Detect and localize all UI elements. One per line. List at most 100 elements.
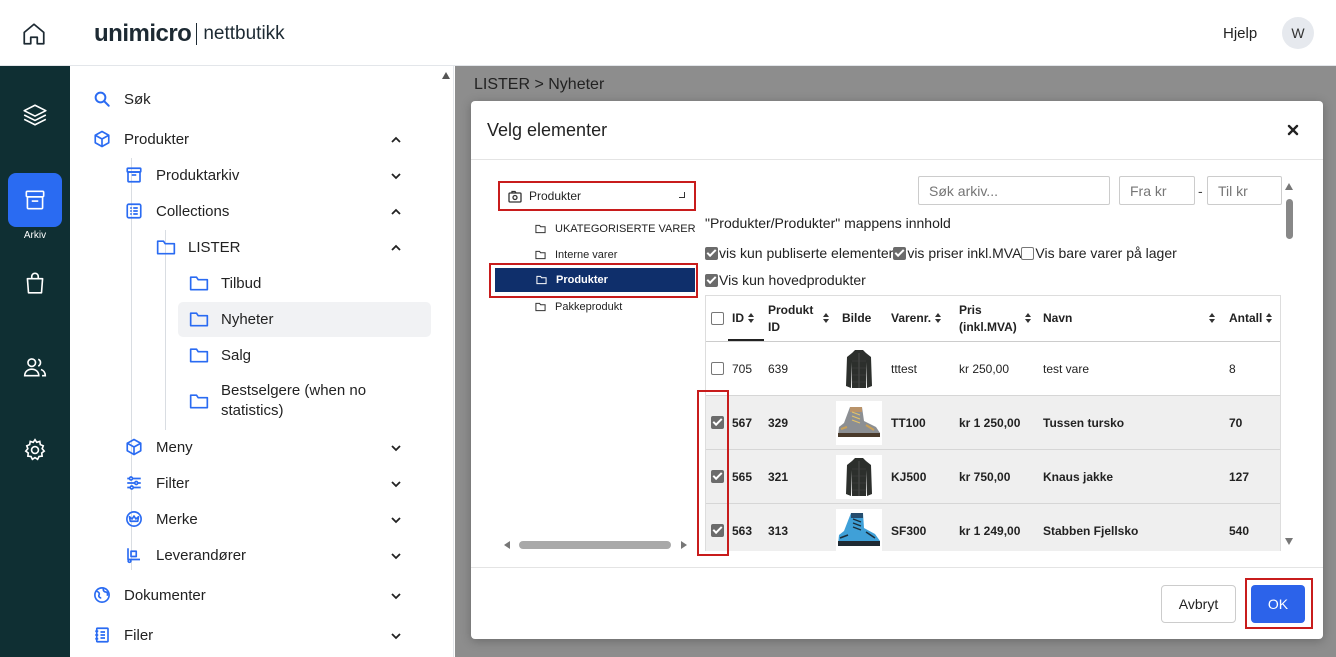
home-icon[interactable] [18, 18, 50, 50]
sidebar-item-salg[interactable]: Salg [189, 337, 251, 373]
in-stock-checkbox[interactable] [1021, 246, 1035, 260]
chevron-down-icon[interactable] [390, 169, 402, 186]
row-checkbox[interactable] [711, 362, 724, 375]
chevron-down-icon[interactable] [390, 549, 402, 566]
sidebar-item-filer[interactable]: Filer [92, 617, 432, 653]
column-header-pris[interactable]: Pris (inkl.MVA) [959, 296, 1032, 341]
select-all-checkbox[interactable] [711, 312, 724, 325]
hiking-shoe-image [836, 401, 882, 445]
scroll-up-icon[interactable] [1285, 183, 1293, 190]
cell-produkt-id: 329 [768, 415, 789, 430]
sort-icon [1024, 313, 1032, 324]
scroll-down-icon[interactable] [1285, 538, 1293, 545]
price-to-input[interactable] [1207, 176, 1282, 205]
ok-button[interactable]: OK [1251, 585, 1305, 623]
sidebar-item-filter[interactable]: Filter [124, 465, 432, 501]
app-logo[interactable]: unimicro nettbutikk [94, 20, 285, 48]
tree-item-produkter-selected[interactable]: Produkter [495, 268, 695, 292]
cancel-button[interactable]: Avbryt [1161, 585, 1236, 623]
tree-item-ukategoriserte[interactable]: UKATEGORISERTE VARER [535, 219, 696, 239]
vertical-scroll-thumb[interactable] [1286, 199, 1293, 239]
chevron-down-icon[interactable] [390, 589, 402, 606]
sidebar-scroll-up[interactable] [442, 72, 450, 79]
shopping-bag-icon[interactable] [8, 256, 62, 310]
scroll-left-icon[interactable] [504, 541, 510, 549]
logo-sub: nettbutikk [203, 23, 285, 44]
column-header-antall[interactable]: Antall [1229, 296, 1273, 341]
published-only-checkbox[interactable] [705, 246, 718, 260]
cell-pris: kr 750,00 [959, 469, 1011, 484]
tree-item-label: UKATEGORISERTE VARER [555, 223, 696, 235]
column-header-id[interactable]: ID [732, 296, 755, 341]
modal-divider [471, 159, 1323, 160]
chevron-down-icon[interactable] [390, 477, 402, 494]
column-header-navn[interactable]: Navn [1043, 296, 1216, 341]
scroll-right-icon[interactable] [681, 541, 687, 549]
layers-icon[interactable] [8, 88, 62, 142]
sidebar-item-merke[interactable]: Merke [124, 501, 432, 537]
sidebar-item-label: Collections [156, 202, 230, 220]
chevron-up-icon[interactable] [390, 205, 402, 222]
sidebar-item-lister[interactable]: LISTER [156, 229, 432, 265]
sidebar-item-dokumenter[interactable]: Dokumenter [92, 577, 432, 613]
products-table: ID Produkt ID Bilde Varenr. Pris (inkl.MVA… [705, 295, 1281, 551]
chevron-up-icon[interactable] [390, 133, 402, 150]
list-icon [124, 201, 144, 221]
chevron-down-icon[interactable] [390, 513, 402, 530]
chevron-down-icon[interactable] [390, 441, 402, 458]
jacket-image [836, 347, 882, 391]
sidebar-item-collections[interactable]: Collections [124, 193, 432, 229]
sidebar-item-produkter[interactable]: Produkter [92, 121, 432, 157]
tree-item-interne-varer[interactable]: Interne varer [535, 245, 617, 265]
archive-icon[interactable] [8, 173, 62, 227]
sidebar-item-produktarkiv[interactable]: Produktarkiv [124, 157, 432, 193]
sidebar-item-label: Bestselgere (when no statistics) [221, 382, 367, 419]
tree-horizontal-scrollbar[interactable] [504, 540, 689, 550]
folder-icon [156, 237, 176, 257]
sidebar-item-meny[interactable]: Meny [124, 429, 432, 465]
help-link[interactable]: Hjelp [1223, 25, 1257, 42]
gear-icon[interactable] [8, 423, 62, 477]
sidebar-item-leverandorer[interactable]: Leverandører [124, 537, 432, 573]
table-row[interactable]: 567 329 TT100 kr 1 250,00 Tussen tursko … [706, 396, 1280, 450]
column-header-varenr[interactable]: Varenr. [891, 296, 942, 341]
main-products-checkbox[interactable] [705, 273, 718, 287]
table-row[interactable]: 565 321 KJ500 kr 750,00 Knaus jakke 127 [706, 450, 1280, 504]
incl-vat-checkbox[interactable] [893, 246, 907, 260]
avatar[interactable]: W [1282, 17, 1314, 49]
users-icon[interactable] [8, 340, 62, 394]
column-header-label: Navn [1043, 311, 1073, 325]
tree-root-produkter[interactable]: Produkter [498, 181, 696, 211]
close-icon[interactable] [1286, 123, 1300, 137]
chevron-down-icon[interactable] [390, 629, 402, 646]
folder-icon [189, 309, 209, 329]
sidebar-item-bestselgere[interactable]: Bestselgere (when no statistics) [189, 380, 389, 422]
sidebar-item-label: Nyheter [221, 310, 274, 328]
file-list-icon [92, 625, 112, 645]
column-header-label: Antall [1229, 311, 1263, 325]
table-row[interactable]: 563 313 SF300 kr 1 249,00 Stabben Fjells… [706, 504, 1280, 551]
folder-icon [535, 302, 546, 312]
cell-varenr: SF300 [891, 523, 927, 538]
sidebar-item-tilbud[interactable]: Tilbud [189, 265, 261, 301]
column-header-line: Pris [959, 302, 982, 317]
chevron-up-icon[interactable] [390, 241, 402, 258]
tree-item-pakkeprodukt[interactable]: Pakkeprodukt [535, 297, 622, 317]
archive-search-input[interactable] [918, 176, 1110, 205]
sidebar-item-label: Søk [124, 90, 151, 108]
price-from-input[interactable] [1119, 176, 1195, 205]
cell-navn: Stabben Fjellsko [1043, 523, 1139, 538]
sidebar-item-label: Filter [156, 474, 190, 492]
sidebar-item-label: Tilbud [221, 274, 262, 292]
scroll-thumb[interactable] [519, 541, 671, 549]
column-header-produkt-id[interactable]: Produkt ID [768, 296, 830, 341]
cell-navn: test vare [1043, 361, 1090, 376]
sidebar-item-label: Salg [221, 346, 252, 364]
cell-produkt-id: 313 [768, 523, 789, 538]
mountain-boot-image [836, 509, 882, 551]
table-row[interactable]: 705 639 tttest kr 250,00 test vare 8 [706, 342, 1280, 396]
price-range-dash: - [1198, 183, 1203, 199]
sidebar-item-search[interactable]: Søk [92, 81, 151, 117]
sidebar-item-nyheter[interactable]: Nyheter [189, 301, 274, 337]
in-stock-label: Vis bare varer på lager [1035, 245, 1177, 261]
